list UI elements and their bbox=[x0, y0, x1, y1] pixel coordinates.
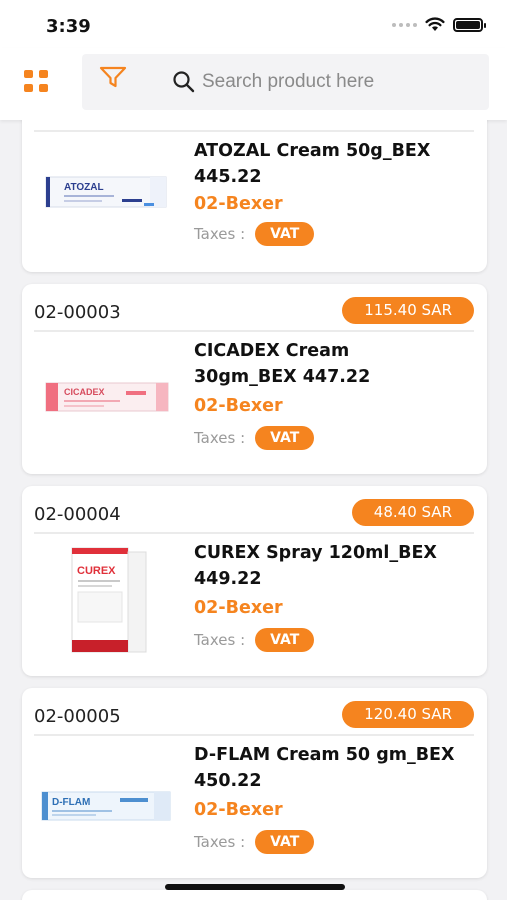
product-name: CICADEX Cream 30gm_BEX 447.22 bbox=[194, 341, 371, 387]
product-brand: 02-Bexer bbox=[194, 800, 283, 820]
card-divider bbox=[34, 532, 474, 534]
card-divider bbox=[34, 130, 474, 132]
product-taxes: Taxes : VAT bbox=[194, 830, 315, 854]
search-bar bbox=[82, 54, 489, 110]
taxes-label: Taxes : bbox=[194, 631, 246, 649]
tax-badge: VAT bbox=[255, 628, 315, 652]
tax-badge: VAT bbox=[255, 830, 315, 854]
product-image: CICADEX bbox=[45, 382, 169, 412]
product-code: 02-00004 bbox=[34, 504, 121, 525]
product-taxes: Taxes : VAT bbox=[194, 628, 315, 652]
product-card[interactable]: 02-00005 120.40 SAR D-FLAM D-FLAM Cream … bbox=[22, 688, 487, 878]
home-indicator[interactable] bbox=[165, 884, 345, 890]
card-divider bbox=[34, 330, 474, 332]
product-card[interactable]: 02-00004 48.40 SAR CUREX CUREX Spray 120… bbox=[22, 486, 487, 676]
status-icons bbox=[392, 17, 486, 32]
product-list[interactable]: ATOZAL ATOZAL Cream 50g_BEX 445.22 02-Be… bbox=[0, 120, 507, 900]
product-taxes: Taxes : VAT bbox=[194, 222, 315, 246]
product-brand: 02-Bexer bbox=[194, 396, 283, 416]
product-brand: 02-Bexer bbox=[194, 194, 283, 214]
price-badge: 48.40 SAR bbox=[351, 499, 474, 526]
search-input[interactable] bbox=[202, 66, 472, 98]
grid-menu-icon[interactable] bbox=[24, 70, 52, 96]
tax-badge: VAT bbox=[255, 426, 315, 450]
product-card[interactable]: 02-00003 115.40 SAR CICADEX CICADEX Crea… bbox=[22, 284, 487, 474]
product-name: CUREX Spray 120ml_BEX 449.22 bbox=[194, 543, 437, 589]
top-header bbox=[0, 48, 507, 120]
price-badge: 120.40 SAR bbox=[342, 701, 474, 728]
product-image: ATOZAL bbox=[45, 176, 167, 208]
taxes-label: Taxes : bbox=[194, 225, 246, 243]
product-brand: 02-Bexer bbox=[194, 598, 283, 618]
image-label: D-FLAM bbox=[52, 797, 90, 808]
product-taxes: Taxes : VAT bbox=[194, 426, 315, 450]
status-time: 3:39 bbox=[46, 16, 91, 37]
product-image: CUREX bbox=[71, 547, 147, 653]
taxes-label: Taxes : bbox=[194, 429, 246, 447]
search-icon bbox=[173, 71, 195, 93]
status-bar: 3:39 bbox=[0, 0, 507, 48]
wifi-icon bbox=[425, 17, 445, 31]
product-card[interactable] bbox=[22, 890, 487, 900]
product-code: 02-00005 bbox=[34, 706, 121, 727]
battery-icon bbox=[453, 17, 486, 32]
image-label: ATOZAL bbox=[64, 182, 104, 193]
product-image: D-FLAM bbox=[41, 791, 171, 821]
product-card[interactable]: ATOZAL ATOZAL Cream 50g_BEX 445.22 02-Be… bbox=[22, 120, 487, 272]
image-label: CICADEX bbox=[64, 387, 105, 397]
image-label: CUREX bbox=[77, 565, 116, 577]
taxes-label: Taxes : bbox=[194, 833, 246, 851]
tax-badge: VAT bbox=[255, 222, 315, 246]
card-divider bbox=[34, 734, 474, 736]
product-name: ATOZAL Cream 50g_BEX 445.22 bbox=[194, 141, 431, 187]
product-code: 02-00003 bbox=[34, 302, 121, 323]
signal-dots-icon bbox=[392, 22, 417, 27]
price-badge: 115.40 SAR bbox=[342, 297, 474, 324]
product-name: D-FLAM Cream 50 gm_BEX 450.22 bbox=[194, 745, 455, 791]
filter-icon[interactable] bbox=[98, 64, 128, 90]
